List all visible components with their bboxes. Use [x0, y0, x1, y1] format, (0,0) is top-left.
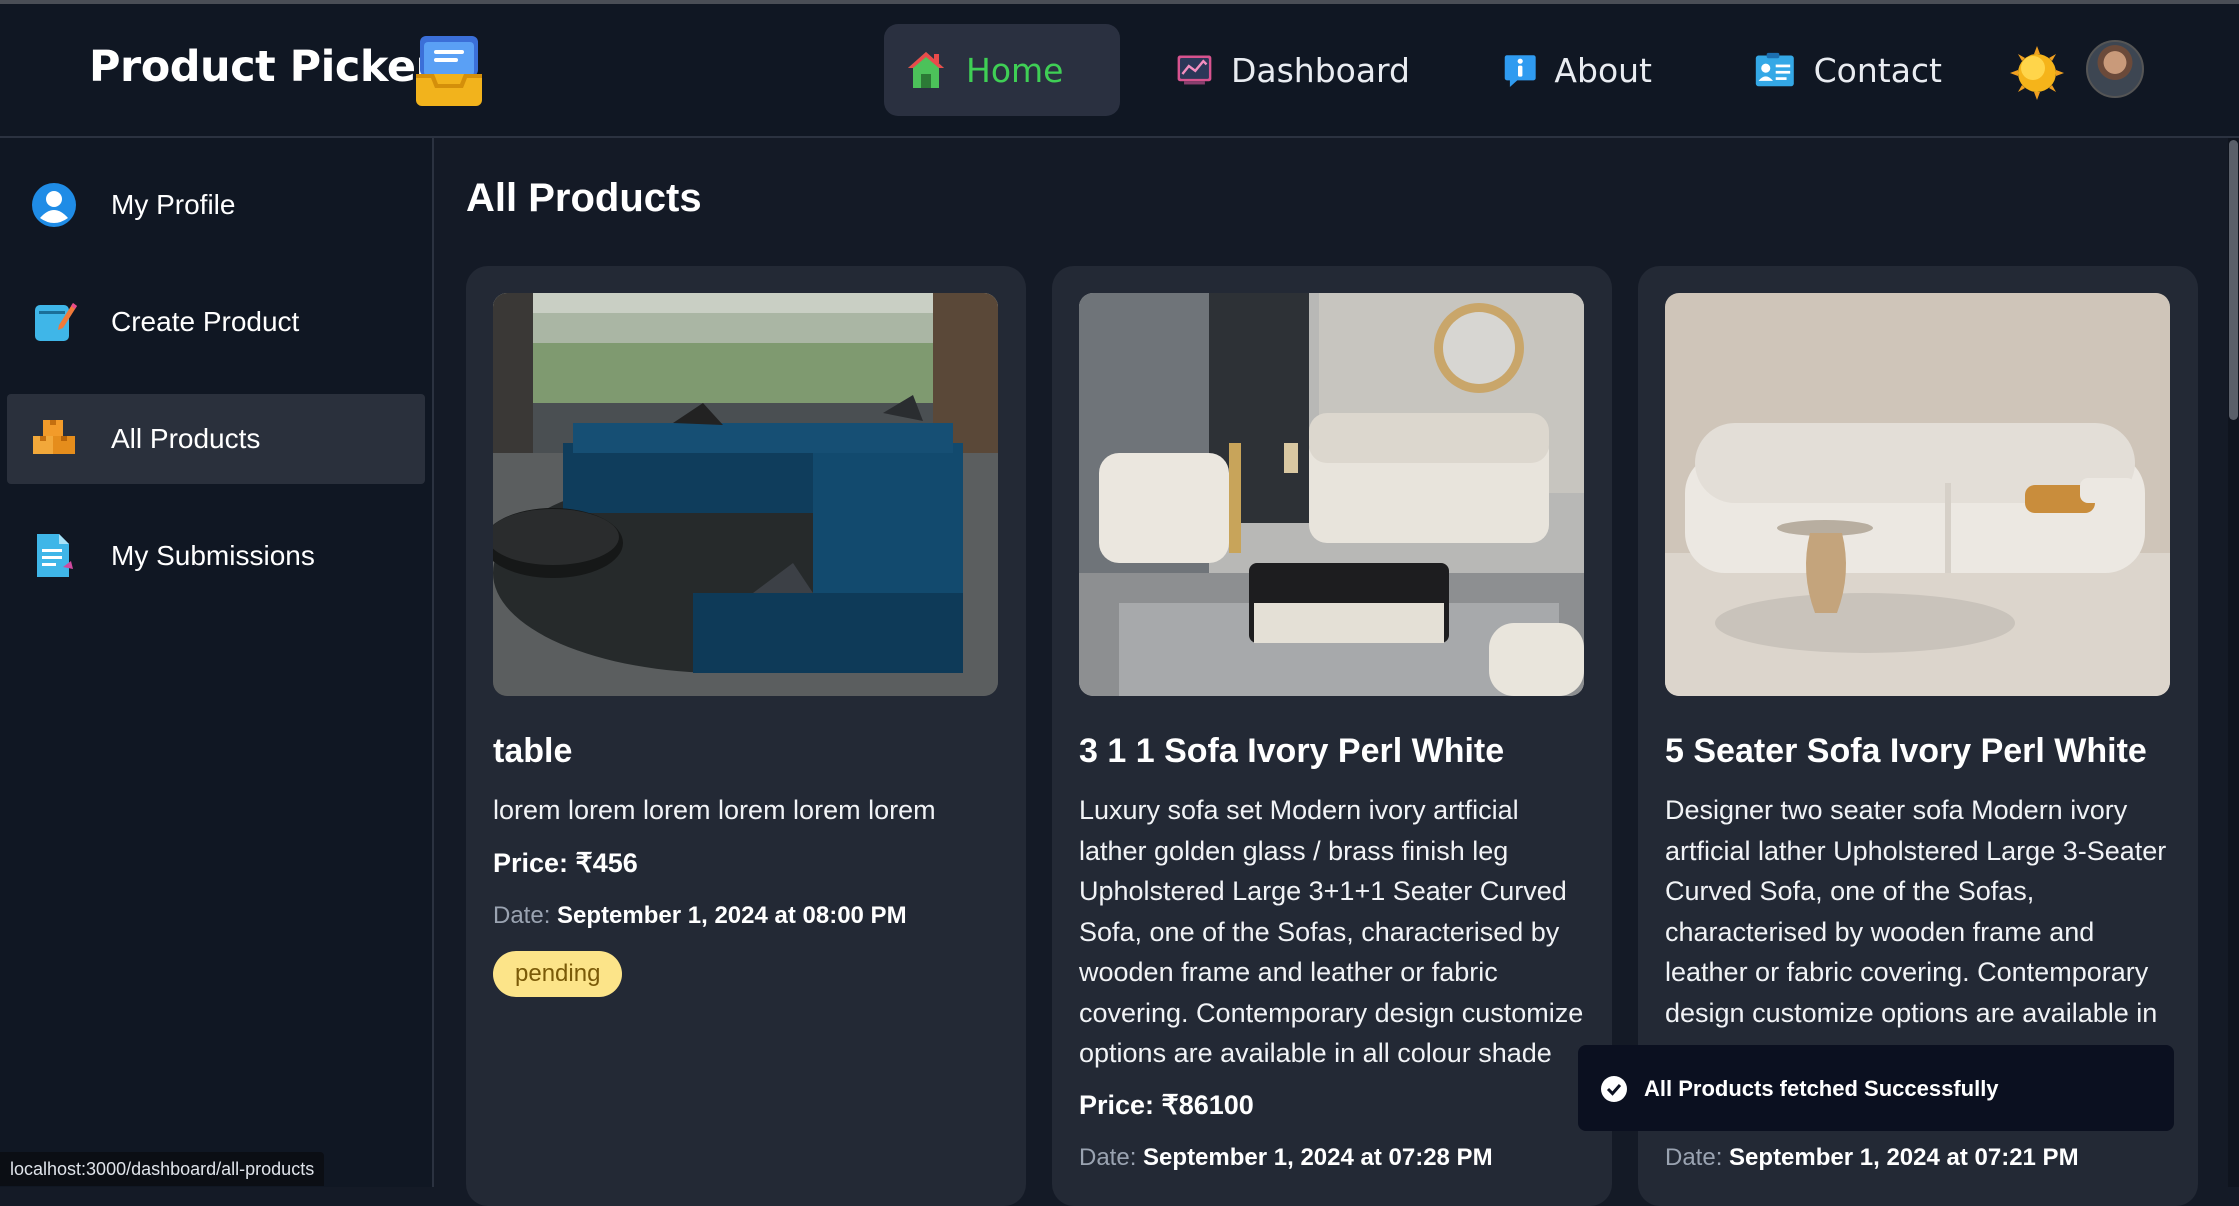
- toast-notification[interactable]: All Products fetched Successfully: [1578, 1045, 2174, 1131]
- sidebar-item-label: My Submissions: [111, 540, 315, 571]
- nav-dashboard-label: Dashboard: [1230, 50, 1410, 90]
- sidebar: My Profile Create Product All Products M…: [0, 138, 434, 1187]
- boxes-icon: [33, 420, 75, 454]
- product-image: [1079, 293, 1584, 696]
- product-description: Luxury sofa set Modern ivory artficial l…: [1079, 795, 1584, 1068]
- date-value: September 1, 2024 at 07:21 PM: [1729, 1144, 2079, 1171]
- brand-title[interactable]: Product Picker: [89, 42, 437, 92]
- page-title: All Products: [466, 176, 702, 220]
- sidebar-item-label: All Products: [111, 423, 261, 454]
- document-icon: [37, 534, 73, 577]
- product-title: table: [493, 732, 573, 770]
- sidebar-item-label: Create Product: [111, 306, 300, 337]
- browser-status-url: localhost:3000/dashboard/all-products: [0, 1152, 325, 1186]
- product-date: Date: September 1, 2024 at 07:28 PM: [1079, 1144, 1493, 1172]
- user-avatar[interactable]: [2086, 40, 2144, 98]
- date-label: Date:: [493, 902, 551, 929]
- sidebar-item-all-products[interactable]: All Products: [7, 394, 425, 484]
- nav-home-label: Home: [966, 50, 1064, 90]
- product-date: Date: September 1, 2024 at 08:00 PM: [493, 902, 907, 930]
- edit-note-icon: [35, 303, 77, 341]
- info-icon: [1504, 55, 1536, 87]
- product-image: [1665, 293, 2170, 696]
- product-price: Price: ₹86100: [1079, 1090, 1254, 1120]
- theme-toggle-sun-icon[interactable]: [2010, 46, 2064, 100]
- nav-about[interactable]: About: [1484, 24, 1678, 116]
- user-circle-icon: [32, 183, 76, 227]
- inbox-tray-icon: [416, 36, 482, 106]
- nav-home[interactable]: Home: [884, 24, 1120, 116]
- nav-about-label: About: [1554, 50, 1652, 90]
- sidebar-item-label: My Profile: [111, 189, 236, 220]
- product-card[interactable]: 3 1 1 Sofa Ivory Perl White Luxury sofa …: [1052, 266, 1612, 1206]
- product-date: Date: September 1, 2024 at 07:21 PM: [1665, 1144, 2079, 1172]
- sidebar-item-my-submissions[interactable]: My Submissions: [7, 511, 425, 601]
- status-badge: pending: [493, 951, 623, 997]
- date-value: September 1, 2024 at 08:00 PM: [557, 902, 907, 929]
- nav-dashboard[interactable]: Dashboard: [1156, 24, 1436, 116]
- date-label: Date:: [1665, 1144, 1723, 1171]
- scrollbar-thumb[interactable]: [2229, 140, 2238, 420]
- product-title: 5 Seater Sofa Ivory Perl White: [1665, 732, 2147, 770]
- product-price: Price: ₹456: [493, 848, 638, 878]
- date-label: Date:: [1079, 1144, 1137, 1171]
- product-title: 3 1 1 Sofa Ivory Perl White: [1079, 732, 1505, 770]
- check-circle-icon: [1601, 1076, 1627, 1102]
- toast-message: All Products fetched Successfully: [1644, 1076, 1999, 1101]
- product-description: Designer two seater sofa Modern ivory ar…: [1665, 795, 2167, 1028]
- contact-card-icon: [1755, 52, 1794, 87]
- chart-icon: [1177, 55, 1212, 85]
- date-value: September 1, 2024 at 07:28 PM: [1143, 1144, 1493, 1171]
- nav-contact-label: Contact: [1813, 50, 1942, 90]
- product-image: [493, 293, 998, 696]
- sidebar-item-create-product[interactable]: Create Product: [7, 277, 425, 367]
- product-card[interactable]: table lorem lorem lorem lorem lorem lore…: [466, 266, 1026, 1206]
- sidebar-item-my-profile[interactable]: My Profile: [7, 160, 425, 250]
- home-icon: [908, 52, 944, 88]
- top-navbar: Product Picker Home Dashboard About Cont…: [0, 4, 2239, 138]
- product-description: lorem lorem lorem lorem lorem lorem: [493, 795, 936, 825]
- nav-contact[interactable]: Contact: [1734, 24, 1968, 116]
